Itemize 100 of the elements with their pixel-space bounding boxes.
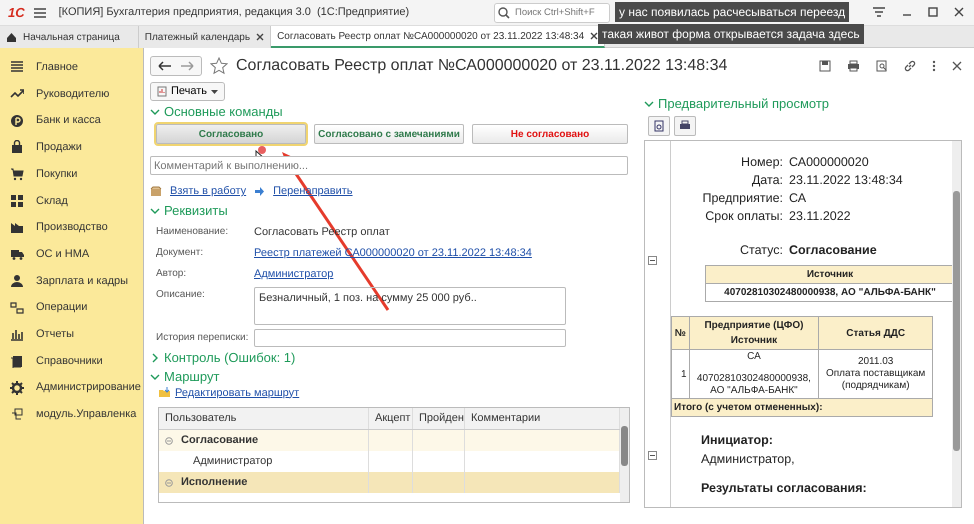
field-label: Результаты согласования: <box>701 480 868 497</box>
scrollbar[interactable] <box>952 141 961 507</box>
collapse-chevron-icon[interactable] <box>150 107 160 117</box>
table-cell-text: 2011.03 <box>856 356 894 368</box>
search-field[interactable]: Поиск Ctrl+Shift+F <box>494 2 610 22</box>
close-icon[interactable] <box>256 33 264 41</box>
collapse-chevron-icon[interactable] <box>644 99 654 109</box>
reject-button[interactable]: Не согласовано <box>472 124 628 144</box>
field-label: Инициатор: <box>701 432 774 449</box>
table-cell-text: Администратор <box>193 454 272 470</box>
sidebar-item[interactable]: Производство <box>0 214 143 241</box>
scrollbar[interactable] <box>620 408 629 502</box>
forward-arrow-icon <box>254 186 266 197</box>
collapse-icon[interactable] <box>648 256 657 265</box>
edit-route-link[interactable]: Редактировать маршрут <box>175 384 300 401</box>
maximize-icon[interactable] <box>928 7 938 17</box>
column-header[interactable]: Акцепт <box>369 408 413 429</box>
field-label: Статус: <box>739 242 783 259</box>
section-title[interactable]: Предварительный просмотр <box>658 96 830 112</box>
collapse-chevron-icon[interactable] <box>150 206 160 216</box>
section-title[interactable]: Контроль (Ошибок: 1) <box>164 350 296 366</box>
cart-icon <box>10 167 24 182</box>
field-label: Автор: <box>156 266 188 280</box>
save-icon[interactable] <box>819 60 831 72</box>
windows-icon <box>10 407 24 422</box>
field-label: Номер: <box>740 154 783 171</box>
print-button[interactable]: Печать <box>150 82 226 101</box>
field-label: Срок оплаты: <box>704 208 783 225</box>
filter-menu-icon[interactable] <box>872 6 886 18</box>
books-icon <box>10 354 24 368</box>
approve-button[interactable]: Согласовано <box>156 124 306 144</box>
link-icon[interactable] <box>904 60 916 72</box>
section-title[interactable]: Маршрут <box>164 368 220 384</box>
close-icon[interactable] <box>954 7 964 17</box>
list-icon <box>10 60 24 74</box>
field-label: История переписки: <box>156 331 250 345</box>
section-title[interactable]: Основные команды <box>164 104 283 120</box>
bar-chart-icon <box>10 327 24 342</box>
print-button[interactable] <box>674 116 696 136</box>
tab[interactable]: Платежный календарь <box>138 26 272 48</box>
back-forward-buttons[interactable] <box>150 56 202 76</box>
sidebar-item[interactable]: Главное <box>0 54 143 81</box>
star-icon[interactable] <box>210 57 228 75</box>
sidebar-item[interactable]: Операции <box>0 294 143 321</box>
collapse-icon[interactable] <box>648 451 657 460</box>
sidebar-item[interactable]: Банк и касса <box>0 107 143 134</box>
factory-icon <box>10 220 24 234</box>
sidebar-item[interactable]: Зарплата и кадры <box>0 268 143 294</box>
box-icon <box>150 186 162 197</box>
table-row[interactable]: Согласование <box>159 430 620 451</box>
sidebar-item[interactable]: Покупки <box>0 160 143 188</box>
sidebar-item[interactable]: Отчеты <box>0 320 143 348</box>
app-logo: 1С <box>8 4 25 22</box>
sidebar-item[interactable]: Руководителю <box>0 80 143 108</box>
window-title: [КОПИЯ] Бухгалтерия предприятия, редакция 3.0 (1С:Предприятие) <box>58 5 410 20</box>
history-field[interactable] <box>254 328 566 346</box>
table-cell-text: 40702810302480000938, АО "АЛЬФА-БАНК" <box>696 373 812 397</box>
collapse-chevron-icon[interactable] <box>150 372 160 382</box>
description-field[interactable]: Безналичный, 1 поз. на сумму 25 000 руб.. <box>254 286 566 324</box>
column-header[interactable]: Пройден <box>413 408 465 429</box>
sidebar-item[interactable]: Продажи <box>0 134 143 161</box>
preview-icon[interactable] <box>876 60 888 72</box>
printer-icon <box>679 120 691 132</box>
close-icon[interactable] <box>952 61 962 71</box>
close-icon[interactable] <box>590 32 598 40</box>
table-cell-text: Исполнение <box>181 475 248 490</box>
tab[interactable]: Начальная страница <box>0 26 139 48</box>
video-caption: у нас появилась расчесываться переезд <box>615 2 850 22</box>
sidebar-item[interactable]: ОС и НМА <box>0 240 143 268</box>
printer-icon[interactable] <box>847 60 860 72</box>
field-label: Наименование: <box>156 224 230 238</box>
table-cell-text: Согласование <box>181 433 258 448</box>
comment-field[interactable]: Комментарий к выполнению... <box>150 156 628 175</box>
more-icon[interactable] <box>932 60 936 72</box>
coin-icon <box>10 114 24 128</box>
person-icon <box>10 274 24 288</box>
truck-icon <box>10 247 24 262</box>
home-icon <box>6 32 17 42</box>
column-header[interactable]: Пользователь <box>159 408 369 429</box>
table-cell-text: Оплата поставщикам (подрядчикам) <box>824 368 926 392</box>
caret-icon <box>211 90 218 94</box>
folder-icon <box>158 387 171 398</box>
ledger-icon <box>10 300 24 315</box>
field-value: СА000000020 <box>789 154 869 171</box>
menu-icon[interactable] <box>32 6 47 18</box>
field-label: Описание: <box>156 288 206 302</box>
expand-chevron-icon[interactable] <box>150 352 160 362</box>
table-row[interactable]: Исполнение <box>159 472 620 493</box>
section-title[interactable]: Реквизиты <box>164 202 228 218</box>
field-link[interactable]: Администратор <box>254 266 334 282</box>
sidebar-item[interactable]: Справочники <box>0 348 143 374</box>
sidebar-item[interactable]: Склад <box>0 187 143 214</box>
action-link[interactable]: Взять в работу <box>170 183 246 200</box>
report-icon <box>157 86 167 97</box>
bag-icon <box>10 140 24 154</box>
preview-button[interactable] <box>648 116 670 136</box>
approve-button[interactable]: Согласовано с замечаниями <box>314 124 464 144</box>
sidebar-item[interactable]: Администрирование <box>0 374 143 401</box>
column-header: № <box>672 316 690 350</box>
sidebar-item[interactable]: модуль.Управленка <box>0 400 143 428</box>
